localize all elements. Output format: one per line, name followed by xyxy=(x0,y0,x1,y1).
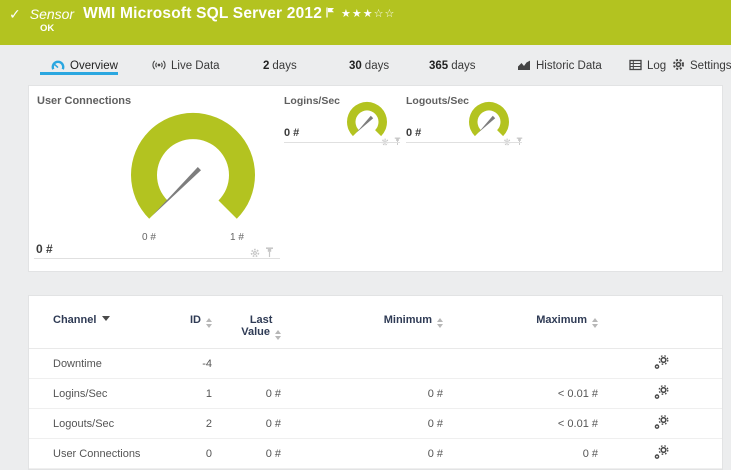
logouts-gauge-value: 0 # xyxy=(406,127,422,139)
logins-gauge-value: 0 # xyxy=(284,127,300,139)
main-gauge-actions xyxy=(250,245,274,263)
channel-last-value: 0 # xyxy=(219,378,287,409)
overview-gauges-panel: User Connections 0 # 1 # 0 # Logins/Sec xyxy=(28,85,723,272)
mini-gauge-divider xyxy=(284,142,400,143)
channel-id: 2 xyxy=(189,408,219,439)
header-last-value[interactable]: Last Value xyxy=(219,304,287,349)
main-gauge-title: User Connections xyxy=(37,95,132,107)
sensor-status-badge: OK xyxy=(40,23,55,34)
main-gauge-divider xyxy=(34,258,280,259)
tab-30-days[interactable]: 30 days xyxy=(349,58,389,74)
channel-minimum xyxy=(287,348,445,379)
channel-last-value xyxy=(219,348,287,379)
main-gauge-value: 0 # xyxy=(36,242,53,256)
sort-icon xyxy=(592,318,598,328)
tab-log[interactable]: Log xyxy=(629,58,666,74)
channel-maximum: < 0.01 # xyxy=(445,408,603,439)
status-ok-check-icon: ✓ xyxy=(9,6,21,22)
channel-id: 0 xyxy=(189,438,219,469)
header-maximum[interactable]: Maximum xyxy=(445,304,603,349)
gauge-needle xyxy=(356,115,374,133)
main-gauge-scale-min: 0 # xyxy=(142,232,156,243)
channel-name[interactable]: Downtime xyxy=(29,348,189,379)
table-row: Logins/Sec 1 0 # 0 # < 0.01 # xyxy=(29,378,722,409)
channel-minimum: 0 # xyxy=(287,378,445,409)
gauge-needle xyxy=(478,115,496,133)
channel-settings-icon[interactable] xyxy=(603,348,722,379)
channel-maximum: 0 # xyxy=(445,438,603,469)
channel-name[interactable]: Logins/Sec xyxy=(29,378,189,409)
channel-last-value: 0 # xyxy=(219,408,287,439)
user-connections-gauge xyxy=(131,112,256,219)
tab-365-days-label: days xyxy=(451,60,476,72)
stars-empty: ☆☆ xyxy=(373,8,396,20)
sensor-title: WMI Microsoft SQL Server 2012 xyxy=(83,5,323,22)
logins-gauge-title: Logins/Sec xyxy=(284,95,341,107)
channel-id: -4 xyxy=(189,348,219,379)
header-channel[interactable]: Channel xyxy=(29,304,189,349)
live-data-icon xyxy=(152,59,166,74)
tab-historic-data-label: Historic Data xyxy=(536,60,602,72)
table-row: Downtime -4 xyxy=(29,348,722,379)
table-row: Logouts/Sec 2 0 # 0 # < 0.01 # xyxy=(29,408,722,439)
channel-settings-icon[interactable] xyxy=(603,408,722,439)
table-row: User Connections 0 0 # 0 # 0 # xyxy=(29,438,722,469)
tab-settings[interactable]: Settings xyxy=(672,58,731,74)
mini-gauge-divider xyxy=(406,142,522,143)
header-id[interactable]: ID xyxy=(189,304,219,349)
main-gauge-scale-max: 1 # xyxy=(230,232,244,243)
logouts-gauge-title: Logouts/Sec xyxy=(406,95,470,107)
gauge-settings-gear-icon[interactable] xyxy=(250,245,260,263)
tab-365-days[interactable]: 365 days xyxy=(429,58,475,74)
area-chart-icon xyxy=(517,59,531,74)
channel-table-panel: Channel ID Last Value Minimum Maximum Dow… xyxy=(28,295,723,470)
channel-last-value: 0 # xyxy=(219,438,287,469)
tab-live-data-label: Live Data xyxy=(171,60,220,72)
tab-overview-label: Overview xyxy=(70,60,118,72)
channel-maximum: < 0.01 # xyxy=(445,378,603,409)
channel-name[interactable]: Logouts/Sec xyxy=(29,408,189,439)
tab-live-data[interactable]: Live Data xyxy=(152,58,220,74)
tab-365-days-number: 365 xyxy=(429,60,449,72)
tab-30-days-number: 30 xyxy=(349,60,362,72)
table-header-row: Channel ID Last Value Minimum Maximum xyxy=(29,304,722,349)
sensor-kind-label: Sensor xyxy=(29,6,75,22)
tab-settings-label: Settings xyxy=(690,60,731,72)
tab-2-days-number: 2 xyxy=(263,60,270,72)
flag-icon[interactable] xyxy=(326,5,335,23)
tab-log-label: Log xyxy=(647,60,667,72)
channel-table: Channel ID Last Value Minimum Maximum Dow… xyxy=(29,304,722,469)
log-icon xyxy=(629,59,642,74)
sort-icon xyxy=(206,318,212,328)
gear-icon xyxy=(672,58,685,74)
sensor-header: ✓ Sensor WMI Microsoft SQL Server 2012 ★… xyxy=(0,0,731,45)
channel-minimum: 0 # xyxy=(287,438,445,469)
tab-30-days-label: days xyxy=(364,60,390,72)
channel-name[interactable]: User Connections xyxy=(29,438,189,469)
priority-stars[interactable]: ★★★☆☆ xyxy=(341,7,395,20)
mini-gauge-logouts: Logouts/Sec 0 # xyxy=(406,94,523,154)
stars-filled: ★★★ xyxy=(341,8,374,20)
channel-maximum xyxy=(445,348,603,379)
header-minimum[interactable]: Minimum xyxy=(287,304,445,349)
active-tab-underline xyxy=(40,72,118,75)
sort-icon xyxy=(437,318,443,328)
channel-settings-icon[interactable] xyxy=(603,378,722,409)
channel-id: 1 xyxy=(189,378,219,409)
channel-settings-icon[interactable] xyxy=(603,438,722,469)
sort-desc-icon xyxy=(102,316,111,321)
gauge-pin-icon[interactable] xyxy=(265,245,274,263)
channel-minimum: 0 # xyxy=(287,408,445,439)
mini-gauge-logins: Logins/Sec 0 # xyxy=(284,94,401,154)
sort-icon xyxy=(275,330,281,340)
tab-2-days-label: days xyxy=(272,60,297,72)
tab-2-days[interactable]: 2 days xyxy=(263,58,297,74)
tab-historic-data[interactable]: Historic Data xyxy=(517,58,602,74)
